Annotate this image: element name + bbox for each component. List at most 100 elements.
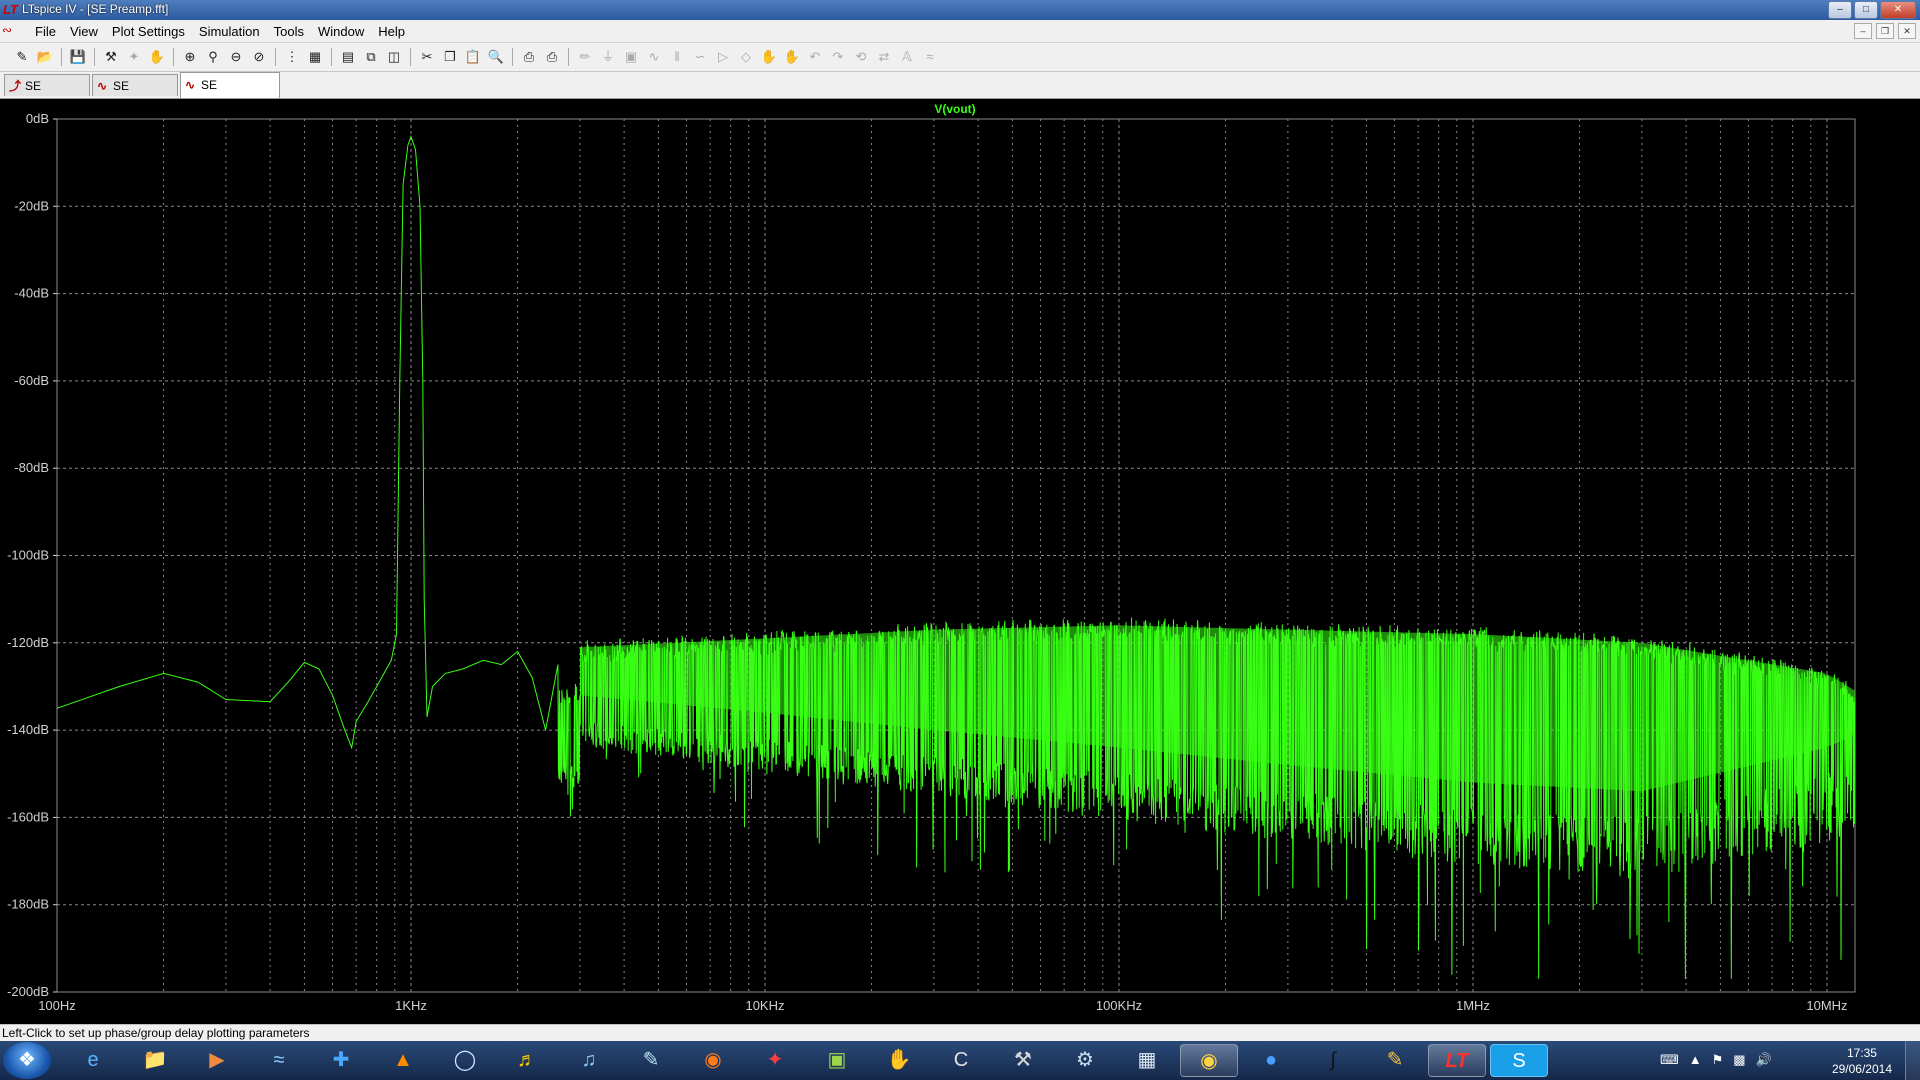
new-schematic-icon[interactable]: ✎ (12, 47, 32, 67)
waveform-icon: ∿ (97, 79, 108, 93)
maximize-button[interactable]: □ (1854, 1, 1878, 19)
menu-view[interactable]: View (63, 24, 105, 39)
autorange-icon[interactable]: ⋮ (282, 47, 302, 67)
toolbar-separator (331, 48, 332, 66)
minimize-button[interactable]: – (1828, 1, 1852, 19)
window-controls: – □ ✕ (1828, 1, 1916, 19)
label-net-icon[interactable]: ▣ (621, 47, 641, 67)
menu-window[interactable]: Window (311, 24, 371, 39)
close-button[interactable]: ✕ (1880, 1, 1916, 19)
folder-icon[interactable]: 📁 (126, 1044, 184, 1077)
waveform-icon: ∿ (185, 78, 196, 92)
media-player-icon[interactable]: ▶ (188, 1044, 246, 1077)
y-tick-label: -160dB (7, 809, 49, 824)
menu-simulation[interactable]: Simulation (192, 24, 267, 39)
ccleaner-icon[interactable]: C (932, 1044, 990, 1077)
trace-vout[interactable] (56, 134, 1856, 979)
inductor-icon[interactable]: ∽ (690, 47, 710, 67)
ltspice-app-icon: LT (3, 2, 18, 17)
show-hidden-icons-icon[interactable]: ▲ (1689, 1052, 1702, 1068)
component-icon[interactable]: ◇ (736, 47, 756, 67)
cascade-icon[interactable]: ⧉ (361, 47, 381, 67)
grid-icon[interactable]: ▦ (305, 47, 325, 67)
doc-restore-button[interactable]: ❐ (1876, 23, 1894, 39)
open-icon[interactable]: 📂 (35, 47, 55, 67)
network-app-icon[interactable]: ≈ (250, 1044, 308, 1077)
vlc-icon[interactable]: ▲ (374, 1044, 432, 1077)
run-icon[interactable]: ✦ (124, 47, 144, 67)
flag-icon[interactable]: ⚑ (1712, 1052, 1724, 1068)
spice-directive-icon[interactable]: ≈ (920, 47, 940, 67)
menu-tools[interactable]: Tools (267, 24, 311, 39)
rotate-icon[interactable]: ⟲ (851, 47, 871, 67)
fft-plot[interactable]: 0dB -20dB -40dB -60dB -80dB -100dB -120dB -140d… (0, 99, 1920, 1024)
menu-file[interactable]: File (28, 24, 63, 39)
resistor-icon[interactable]: ∿ (644, 47, 664, 67)
plus-app-icon[interactable]: ✚ (312, 1044, 370, 1077)
hand-app-icon[interactable]: ✋ (870, 1044, 928, 1077)
tab-se-preamp-2[interactable]: ∿SE Preamp (92, 74, 178, 115)
copy-icon[interactable]: ❐ (440, 47, 460, 67)
notes-app-icon[interactable]: ✎ (622, 1044, 680, 1077)
doc-minimize-button[interactable]: – (1854, 23, 1872, 39)
zoom-out-icon[interactable]: ⊖ (226, 47, 246, 67)
move-icon[interactable]: ✋ (759, 47, 779, 67)
zoom-full-icon[interactable]: ⊘ (249, 47, 269, 67)
curve-app-icon[interactable]: ∫ (1304, 1044, 1362, 1077)
headphones-icon[interactable]: ♬ (498, 1044, 556, 1077)
itunes-icon[interactable]: ♫ (560, 1044, 618, 1077)
globe-app-icon[interactable]: ● (1242, 1044, 1300, 1077)
tools-app-icon[interactable]: ⚒ (994, 1044, 1052, 1077)
trace-label-vout[interactable]: V(vout) (934, 102, 975, 116)
keyboard-icon[interactable]: ⌨ (1660, 1052, 1679, 1068)
waveform-viewer[interactable]: 0dB -20dB -40dB -60dB -80dB -100dB -120dB -140d… (0, 99, 1920, 1024)
pencil-app-icon[interactable]: ✎ (1366, 1044, 1424, 1077)
tab-se-preamp-fft[interactable]: ∿SE Preamp.fft (180, 72, 280, 116)
pan-icon[interactable]: ⚲ (203, 47, 223, 67)
tile-vertical-icon[interactable]: ◫ (384, 47, 404, 67)
internet-explorer-icon[interactable]: e (64, 1044, 122, 1077)
layers-app-icon[interactable]: ▣ (808, 1044, 866, 1077)
system-app-icon[interactable]: ⚙ (1056, 1044, 1114, 1077)
tile-horizontal-icon[interactable]: ▤ (338, 47, 358, 67)
control-panel-icon[interactable]: ⚒ (101, 47, 121, 67)
volume-icon[interactable]: 🔊 (1756, 1052, 1772, 1068)
print-preview-icon[interactable]: ⎙ (519, 47, 539, 67)
cut-icon[interactable]: ✂ (417, 47, 437, 67)
save-icon[interactable]: 💾 (68, 47, 88, 67)
calculator-icon[interactable]: ▦ (1118, 1044, 1176, 1077)
find-icon[interactable]: 🔍 (486, 47, 506, 67)
menu-plot-settings[interactable]: Plot Settings (105, 24, 192, 39)
redo-icon[interactable]: ↷ (828, 47, 848, 67)
firefox-icon[interactable]: ◉ (684, 1044, 742, 1077)
document-icon[interactable]: ∾ (2, 23, 18, 39)
drag-icon[interactable]: ✋ (782, 47, 802, 67)
menu-help[interactable]: Help (371, 24, 412, 39)
paste-icon[interactable]: 📋 (463, 47, 483, 67)
tab-se-preamp-1[interactable]: ⤴SE Preamp (4, 74, 90, 115)
zoom-in-icon[interactable]: ⊕ (180, 47, 200, 67)
mirror-icon[interactable]: ⇄ (874, 47, 894, 67)
doc-close-button[interactable]: ✕ (1898, 23, 1916, 39)
chat-app-icon[interactable]: ◯ (436, 1044, 494, 1077)
y-tick-label: -200dB (7, 984, 49, 999)
text-icon[interactable]: 𝔸 (897, 47, 917, 67)
halt-icon[interactable]: ✋ (147, 47, 167, 67)
chrome-icon[interactable]: ◉ (1180, 1044, 1238, 1077)
window-titlebar[interactable]: LT LTspice IV - [SE Preamp.fft] – □ ✕ (0, 0, 1920, 20)
print-icon[interactable]: ⎙ (542, 47, 562, 67)
wire-icon[interactable]: ✏ (575, 47, 595, 67)
capacitor-icon[interactable]: ‖ (667, 47, 687, 67)
start-button[interactable]: ❖ (3, 1042, 51, 1079)
show-desktop-button[interactable] (1905, 1041, 1920, 1080)
undo-icon[interactable]: ↶ (805, 47, 825, 67)
ground-icon[interactable]: ⏚ (598, 47, 618, 67)
diode-icon[interactable]: ▷ (713, 47, 733, 67)
network-icon[interactable]: ▩ (1733, 1052, 1745, 1068)
clock[interactable]: 17:35 29/06/2014 (1832, 1045, 1892, 1077)
y-tick-label: -120dB (7, 635, 49, 650)
ltspice-taskbar-icon[interactable]: LT (1428, 1044, 1486, 1077)
eagle-cad-icon[interactable]: ✦ (746, 1044, 804, 1077)
windows-taskbar: ❖ e 📁 ▶ ≈ ✚ ▲ ◯ ♬ ♫ ✎ ◉ ✦ ▣ ✋ C ⚒ ⚙ ▦ ◉ … (0, 1041, 1920, 1080)
skype-icon[interactable]: S (1490, 1044, 1548, 1077)
